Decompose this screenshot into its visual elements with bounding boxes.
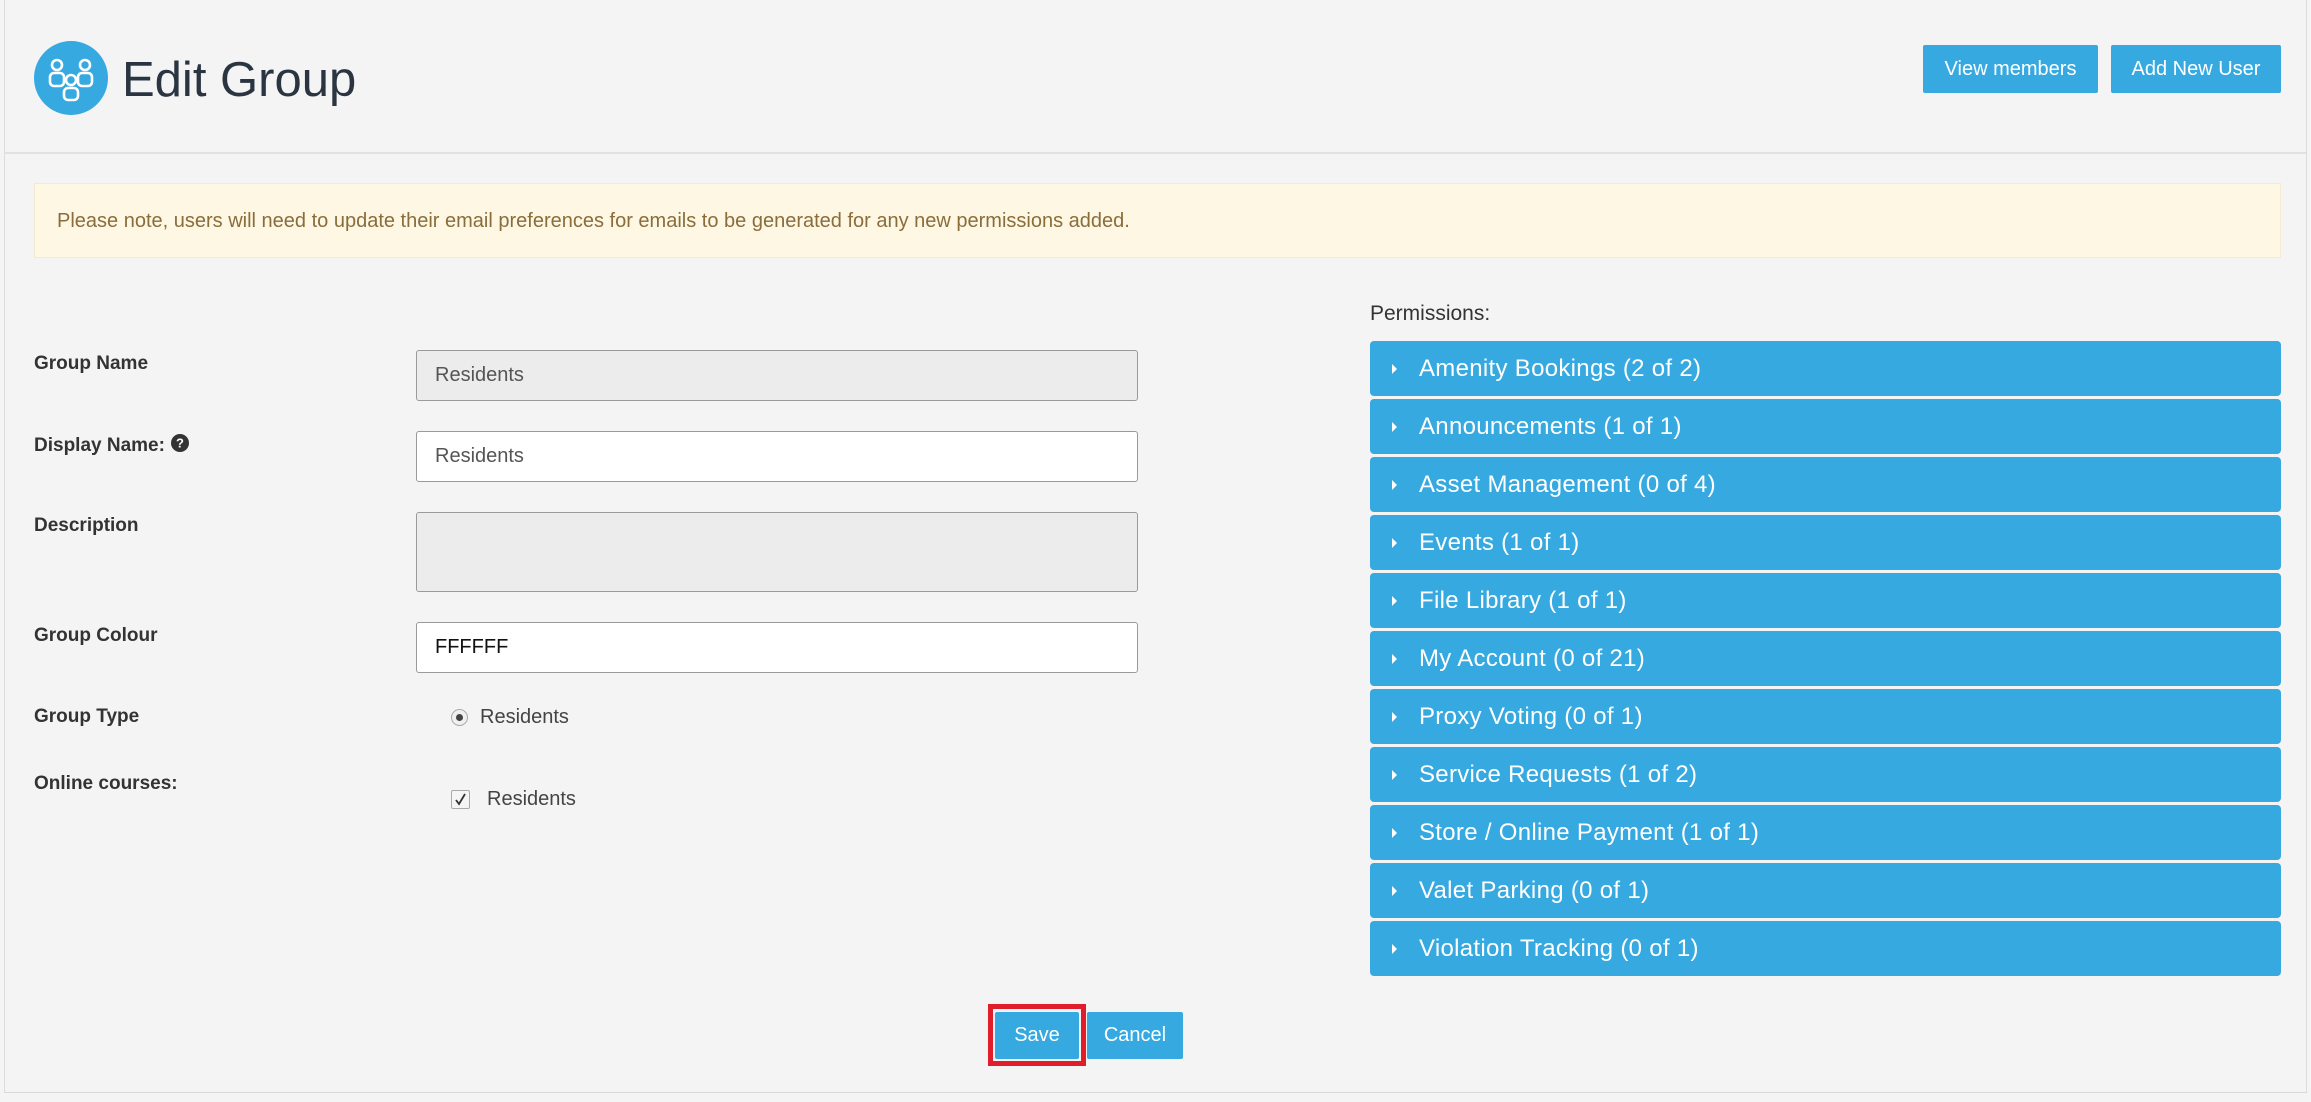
page-header: Edit Group View members Add New User: [5, 0, 2306, 154]
caret-right-icon: [1392, 769, 1397, 780]
online-courses-option-label: Residents: [487, 788, 576, 810]
permission-item-label: My Account (0 of 21): [1419, 644, 1646, 672]
page-title: Edit Group: [122, 53, 357, 107]
permission-item[interactable]: Valet Parking (0 of 1): [1370, 863, 2281, 918]
caret-right-icon: [1392, 595, 1397, 606]
svg-text:?: ?: [176, 436, 184, 451]
permission-item[interactable]: Events (1 of 1): [1370, 515, 2281, 570]
caret-right-icon: [1392, 711, 1397, 722]
group-type-option-label: Residents: [480, 706, 569, 728]
permissions-accordion: Amenity Bookings (2 of 2) Announcements (…: [1370, 341, 2281, 979]
caret-right-icon: [1392, 363, 1397, 374]
group-name-label-text: Group Name: [34, 353, 149, 374]
group-name-label: Group Name: [34, 353, 148, 375]
question-circle-icon[interactable]: ?: [170, 434, 189, 458]
group-colour-label: Group Colour: [34, 625, 157, 647]
description-label: Description: [34, 515, 139, 537]
permission-item-label: Service Requests (1 of 2): [1419, 760, 1698, 788]
caret-right-icon: [1392, 653, 1397, 664]
permission-item-label: File Library (1 of 1): [1419, 586, 1627, 614]
caret-right-icon: [1392, 885, 1397, 896]
group-name-field[interactable]: [416, 350, 1138, 401]
permission-item[interactable]: Store / Online Payment (1 of 1): [1370, 805, 2281, 860]
group-colour-field[interactable]: [416, 622, 1138, 673]
description-field[interactable]: [416, 512, 1138, 592]
group-colour-label-text: Group Colour: [34, 625, 158, 646]
add-new-user-button[interactable]: Add New User: [2111, 45, 2281, 93]
permission-item-label: Announcements (1 of 1): [1419, 412, 1682, 440]
permission-item-label: Amenity Bookings (2 of 2): [1419, 354, 1702, 382]
caret-right-icon: [1392, 827, 1397, 838]
permission-item[interactable]: Asset Management (0 of 4): [1370, 457, 2281, 512]
group-type-option[interactable]: Residents: [451, 706, 569, 729]
permissions-title: Permissions:: [1370, 302, 1491, 325]
caret-right-icon: [1392, 537, 1397, 548]
online-courses-label: Online courses:: [34, 773, 178, 795]
permission-item[interactable]: Announcements (1 of 1): [1370, 399, 2281, 454]
permission-item-label: Asset Management (0 of 4): [1419, 470, 1716, 498]
group-type-label: Group Type: [34, 706, 139, 728]
permission-item[interactable]: Amenity Bookings (2 of 2): [1370, 341, 2281, 396]
cancel-button[interactable]: Cancel: [1087, 1012, 1183, 1059]
permission-item[interactable]: Proxy Voting (0 of 1): [1370, 689, 2281, 744]
group-type-label-text: Group Type: [34, 706, 140, 727]
online-courses-label-text: Online courses:: [34, 773, 178, 794]
permission-item-label: Proxy Voting (0 of 1): [1419, 702, 1643, 730]
save-button[interactable]: Save: [995, 1012, 1079, 1059]
caret-right-icon: [1392, 479, 1397, 490]
online-courses-checkbox[interactable]: [451, 790, 470, 809]
email-preferences-notice: Please note, users will need to update t…: [34, 183, 2281, 258]
permission-item[interactable]: File Library (1 of 1): [1370, 573, 2281, 628]
permission-item-label: Violation Tracking (0 of 1): [1419, 934, 1699, 962]
group-type-radio[interactable]: [451, 709, 468, 726]
permission-item[interactable]: Service Requests (1 of 2): [1370, 747, 2281, 802]
permission-item[interactable]: My Account (0 of 21): [1370, 631, 2281, 686]
online-courses-option[interactable]: Residents: [451, 788, 576, 811]
caret-right-icon: [1392, 943, 1397, 954]
view-members-button[interactable]: View members: [1923, 45, 2098, 93]
caret-right-icon: [1392, 421, 1397, 432]
permission-item-label: Events (1 of 1): [1419, 528, 1580, 556]
display-name-field[interactable]: [416, 431, 1138, 482]
permission-item-label: Valet Parking (0 of 1): [1419, 876, 1650, 904]
description-label-text: Description: [34, 515, 139, 536]
group-users-icon: [34, 41, 108, 115]
display-name-label-text: Display Name:: [34, 435, 165, 456]
permission-item[interactable]: Violation Tracking (0 of 1): [1370, 921, 2281, 976]
edit-group-page: Edit Group View members Add New User Ple…: [4, 0, 2307, 1093]
permission-item-label: Store / Online Payment (1 of 1): [1419, 818, 1760, 846]
display-name-label: Display Name: ?: [34, 434, 189, 458]
